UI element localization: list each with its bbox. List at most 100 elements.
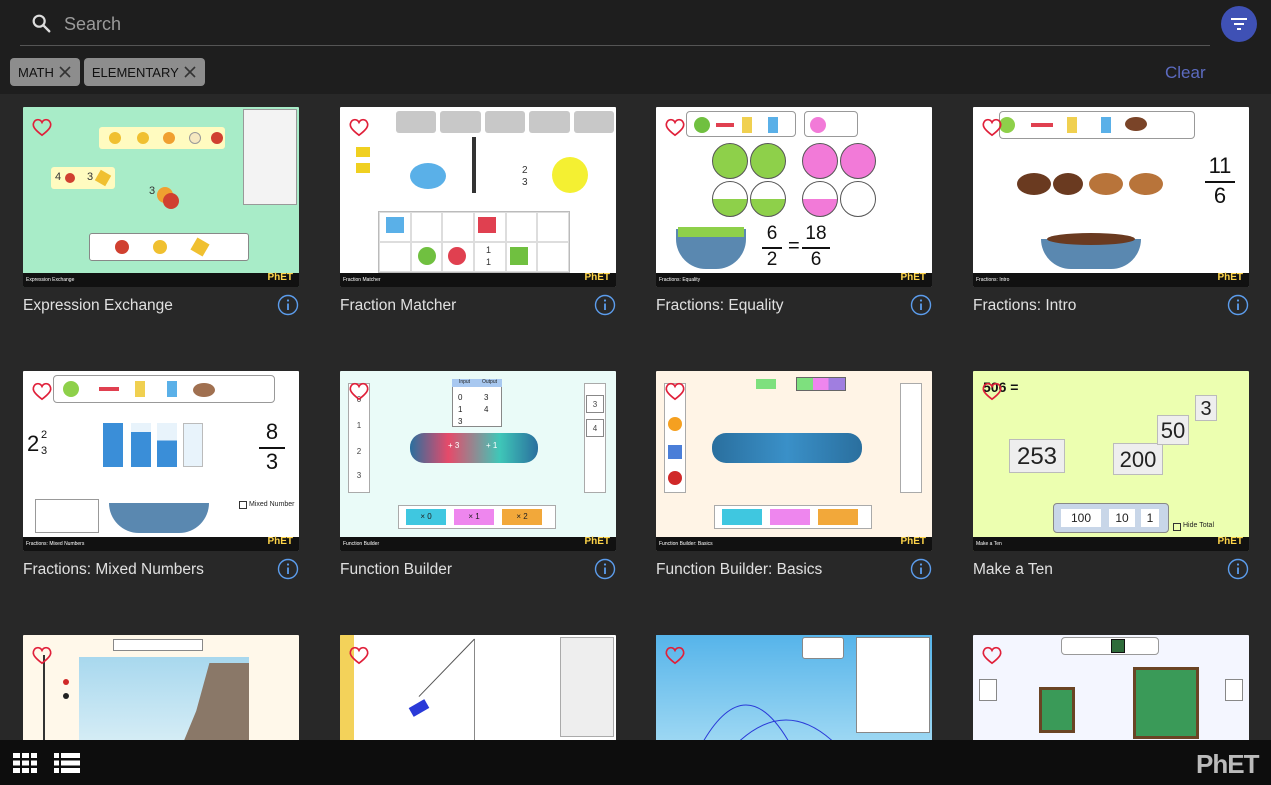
info-icon[interactable] — [277, 294, 299, 316]
info-icon[interactable] — [1227, 558, 1249, 580]
sim-title[interactable]: Make a Ten — [973, 561, 1053, 579]
mixed-num: 2 — [41, 429, 48, 441]
mixed-number-checkbox-label: Mixed Number — [249, 501, 295, 508]
sim-title[interactable]: Fractions: Intro — [973, 297, 1076, 315]
table-cell: 3 — [458, 417, 463, 426]
fraction-num: 8 — [265, 419, 279, 444]
function-card: × 1 — [454, 509, 494, 525]
heart-icon[interactable] — [981, 117, 1003, 137]
info-icon[interactable] — [594, 558, 616, 580]
info-icon[interactable] — [594, 294, 616, 316]
fraction-num: 1 — [486, 245, 492, 255]
screen-label: Make a Ten — [976, 541, 1002, 547]
fraction-num: 18 — [805, 223, 827, 244]
close-icon[interactable] — [183, 65, 197, 79]
info-icon[interactable] — [277, 558, 299, 580]
filter-chips: MATH ELEMENTARY — [10, 58, 205, 86]
phet-mini-logo: PhET — [584, 272, 610, 283]
sim-thumbnail[interactable] — [656, 635, 932, 740]
search-icon — [32, 14, 51, 33]
phet-mini-logo: PhET — [584, 536, 610, 547]
screen-label: Function Builder — [343, 541, 380, 547]
coefficient-text: 4 — [55, 171, 62, 183]
search-bar — [20, 0, 1210, 46]
heart-icon[interactable] — [348, 381, 370, 401]
sim-thumbnail[interactable]: 6 2 = 18 6 Fractions: Equality PhET — [656, 107, 932, 287]
fraction-den: 3 — [522, 177, 528, 188]
fraction-den: 6 — [1213, 183, 1227, 208]
operation-label: + 3 — [448, 441, 460, 450]
phet-mini-logo: PhET — [267, 536, 293, 547]
trajectory-curves — [703, 704, 832, 740]
sim-title[interactable]: Fractions: Mixed Numbers — [23, 561, 204, 579]
info-icon[interactable] — [910, 294, 932, 316]
table-header: Output — [477, 379, 502, 387]
sim-thumbnail[interactable] — [23, 635, 299, 740]
table-cell: 3 — [484, 393, 489, 402]
sim-screen-bar: Function Builder: Basics PhET — [656, 536, 932, 551]
input-value: 1 — [356, 421, 362, 430]
number-source: 10 — [1109, 509, 1135, 527]
table-cell: 0 — [458, 393, 463, 402]
number-card: 50 — [1157, 415, 1189, 445]
sim-screen-bar: Function Builder PhET — [340, 536, 616, 551]
hide-total-label: Hide Total — [1183, 522, 1215, 529]
number-card: 253 — [1009, 439, 1065, 473]
info-icon[interactable] — [1227, 294, 1249, 316]
filter-icon — [1231, 18, 1247, 30]
function-card: × 2 — [502, 509, 542, 525]
screen-label: Expression Exchange — [26, 277, 75, 283]
sim-title[interactable]: Function Builder — [340, 561, 452, 579]
coefficient-text: 3 — [149, 185, 156, 197]
sim-screen-bar: Make a Ten PhET — [973, 536, 1249, 551]
sim-thumbnail[interactable]: 11 6 Fractions: Intro PhET — [973, 107, 1249, 287]
sim-thumbnail[interactable] — [340, 635, 616, 740]
sim-title[interactable]: Fraction Matcher — [340, 297, 456, 315]
sim-thumbnail[interactable]: 2 3 1 1 Fraction Matcher PhET — [340, 107, 616, 287]
fraction-den: 6 — [810, 249, 822, 270]
sim-title[interactable]: Fractions: Equality — [656, 297, 784, 315]
sim-thumbnail[interactable]: 0 1 2 3 Input Output 0 3 1 4 3 + 3 + 1 3… — [340, 371, 616, 551]
sim-title[interactable]: Function Builder: Basics — [656, 561, 822, 579]
screen-label: Fractions: Mixed Numbers — [26, 541, 85, 547]
chip-elementary[interactable]: ELEMENTARY — [83, 58, 205, 86]
sim-thumbnail[interactable]: 506 = 253 200 50 3 100 10 1 Hide Total M… — [973, 371, 1249, 551]
bottom-bar: PhET — [0, 740, 1271, 785]
sim-thumbnail[interactable] — [973, 635, 1249, 740]
list-view-icon[interactable] — [53, 752, 81, 774]
heart-icon[interactable] — [31, 645, 53, 665]
screen-label: Fraction Matcher — [343, 277, 381, 283]
function-card: × 0 — [406, 509, 446, 525]
heart-icon[interactable] — [664, 381, 686, 401]
phet-mini-logo: PhET — [1217, 272, 1243, 283]
heart-icon[interactable] — [664, 117, 686, 137]
close-icon[interactable] — [58, 65, 72, 79]
heart-icon[interactable] — [981, 381, 1003, 401]
heart-icon[interactable] — [31, 381, 53, 401]
table-cell: 1 — [458, 405, 463, 414]
search-input[interactable] — [64, 8, 1164, 40]
sim-thumbnail[interactable]: 2 2 3 8 3 Mixed Number Fractions: Mixed … — [23, 371, 299, 551]
sim-thumbnail[interactable]: 4 3 3 Expression Exchange PhET — [23, 107, 299, 287]
sim-screen-bar: Fractions: Equality PhET — [656, 272, 932, 287]
heart-icon[interactable] — [981, 645, 1003, 665]
table-header: Input — [452, 379, 477, 387]
heart-icon[interactable] — [664, 645, 686, 665]
chip-label: MATH — [18, 64, 54, 80]
sim-thumbnail[interactable]: Function Builder: Basics PhET — [656, 371, 932, 551]
clear-filters-button[interactable]: Clear — [1165, 63, 1206, 83]
heart-icon[interactable] — [31, 117, 53, 137]
fraction-den: 1 — [486, 257, 492, 267]
screen-label: Fractions: Equality — [659, 277, 701, 283]
chip-math[interactable]: MATH — [10, 58, 80, 86]
screen-label: Fractions: Intro — [976, 277, 1010, 283]
filter-button[interactable] — [1221, 6, 1257, 42]
grid-view-icon[interactable] — [12, 752, 38, 774]
heart-icon[interactable] — [348, 117, 370, 137]
fraction-den: 3 — [265, 449, 279, 474]
heart-icon[interactable] — [348, 645, 370, 665]
mixed-whole: 2 — [27, 431, 40, 456]
info-icon[interactable] — [910, 558, 932, 580]
sim-title[interactable]: Expression Exchange — [23, 297, 173, 315]
output-value: 3 — [586, 395, 604, 413]
